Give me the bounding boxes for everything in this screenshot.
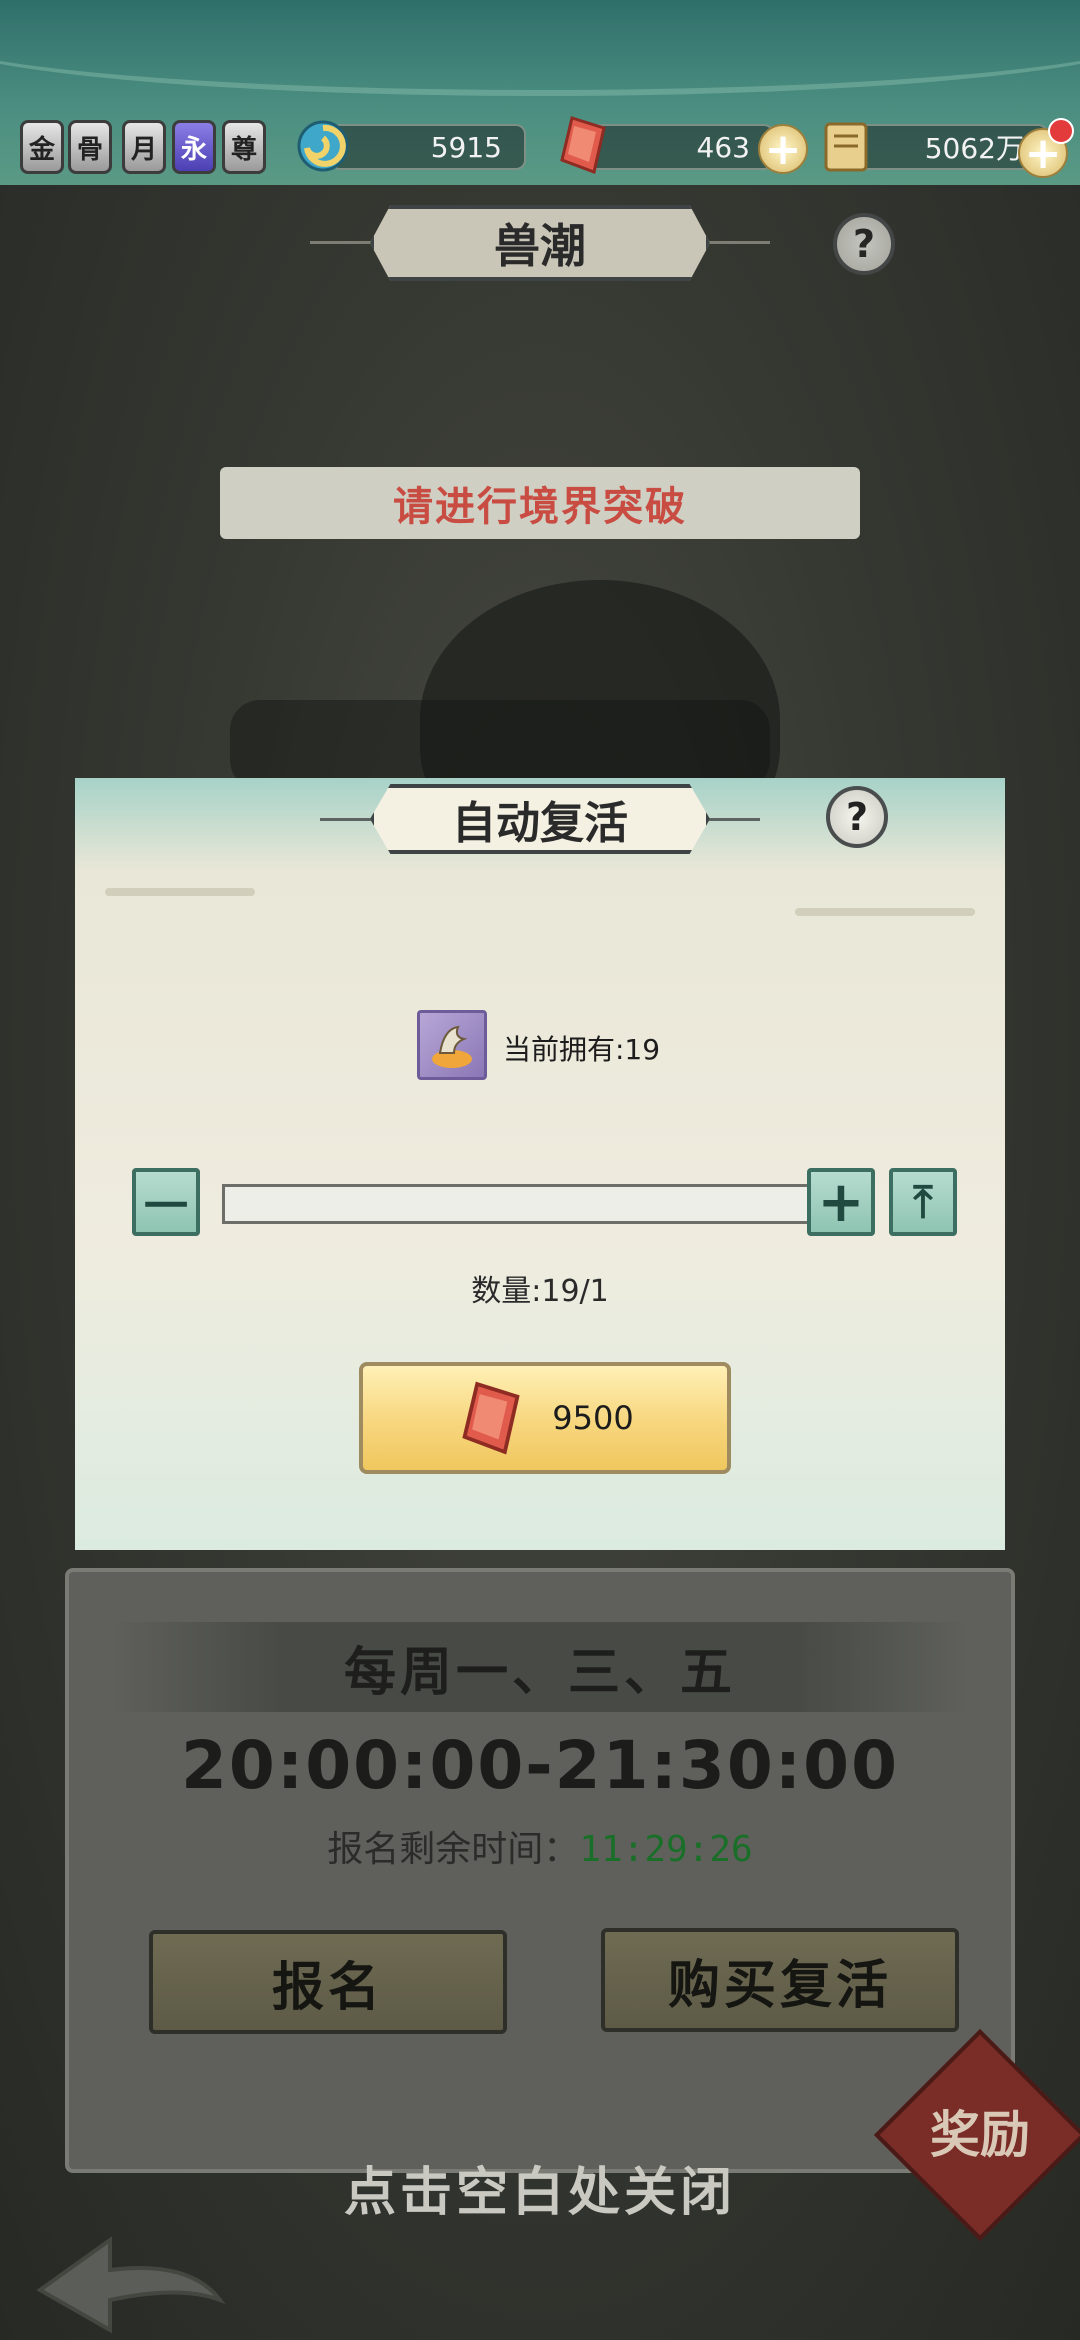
badge-gu[interactable]: 骨 <box>68 120 112 174</box>
badge-label: 月 <box>130 134 157 165</box>
back-arrow-icon[interactable] <box>20 2180 260 2340</box>
badge-jin[interactable]: 金 <box>20 120 64 174</box>
signup-countdown-value: 11:29:26 <box>579 1829 753 1870</box>
signup-countdown: 报名剩余时间：11:29:26 <box>69 1820 1011 1872</box>
decorative-wave <box>0 0 1080 96</box>
minus-icon: 一 <box>144 1181 188 1232</box>
scroll-icon <box>824 122 868 172</box>
dialog-title: 自动复活 <box>370 784 710 854</box>
dialog-help-button[interactable]: ? <box>826 786 888 848</box>
realm-breakthrough-notice: 请进行境界突破 <box>220 467 860 539</box>
increase-button[interactable]: + <box>807 1168 875 1236</box>
quantity-slider[interactable] <box>222 1184 856 1224</box>
resource-value: 463 <box>696 130 750 164</box>
resource-red-gem: 463 <box>588 124 774 170</box>
add-gem-button[interactable]: + <box>758 124 808 175</box>
badge-label: 骨 <box>76 134 103 165</box>
owned-count: 当前拥有:19 <box>503 1033 661 1066</box>
decrease-button[interactable]: 一 <box>132 1168 200 1236</box>
signup-button-label: 报名 <box>271 1957 384 2018</box>
max-icon: ⤒ <box>913 1176 933 1228</box>
badge-yue[interactable]: 月 <box>122 120 166 174</box>
decorative-cloud <box>105 888 255 896</box>
decorative-cloud <box>795 908 975 916</box>
buy-revive-button[interactable]: 购买复活 <box>601 1928 959 2032</box>
page-help-button[interactable]: ? <box>833 213 895 275</box>
page-title: 兽潮 <box>370 205 710 281</box>
signup-button[interactable]: 报名 <box>149 1930 507 2034</box>
schedule-time: 20:00:00-21:30:00 <box>180 1727 900 1804</box>
buy-revive-button-label: 购买复活 <box>667 1955 892 2016</box>
red-gem-icon <box>560 116 606 175</box>
badge-zun[interactable]: 尊 <box>222 120 266 174</box>
signup-countdown-label: 报名剩余时间： <box>327 1829 580 1870</box>
quantity-label: 数量:19/1 <box>471 1274 609 1309</box>
red-gem-icon <box>462 1381 520 1455</box>
confirm-purchase-button[interactable]: 9500 <box>359 1362 731 1474</box>
resource-spiral-token: 5915 <box>330 124 526 170</box>
resource-value: 5915 <box>430 130 502 164</box>
page-title-plate: 兽潮 <box>310 205 770 281</box>
schedule-days: 每周一、三、五 <box>343 1643 736 1703</box>
help-icon: ? <box>845 795 869 839</box>
dialog-title-plate: 自动复活 <box>320 784 760 854</box>
schedule-panel: 每周一、三、五 20:00:00-21:30:00 报名剩余时间：11:29:2… <box>65 1568 1015 2173</box>
max-button[interactable]: ⤒ <box>889 1168 957 1236</box>
revive-item-icon <box>417 1010 487 1080</box>
badge-label: 金 <box>28 134 55 165</box>
phoenix-icon <box>432 1025 472 1068</box>
notification-dot <box>1048 118 1074 144</box>
badge-label: 尊 <box>230 134 257 165</box>
help-icon: ? <box>852 222 876 266</box>
spiral-token-icon <box>297 120 349 172</box>
notice-text: 请进行境界突破 <box>393 484 687 530</box>
plus-icon: + <box>817 1169 865 1235</box>
top-status-bar: 金 骨 月 永 尊 5915 463 + 5062万 + <box>0 0 1080 185</box>
auto-revive-dialog: 自动复活 ? 当前拥有:19 一 + ⤒ 数量:19/1 9500 <box>75 778 1005 1550</box>
badge-yong[interactable]: 永 <box>172 120 216 174</box>
badge-label: 永 <box>180 134 207 165</box>
cost-value: 9500 <box>552 1399 634 1437</box>
resource-value: 5062万 <box>924 132 1024 165</box>
beast-silhouette-weapon <box>230 700 770 790</box>
